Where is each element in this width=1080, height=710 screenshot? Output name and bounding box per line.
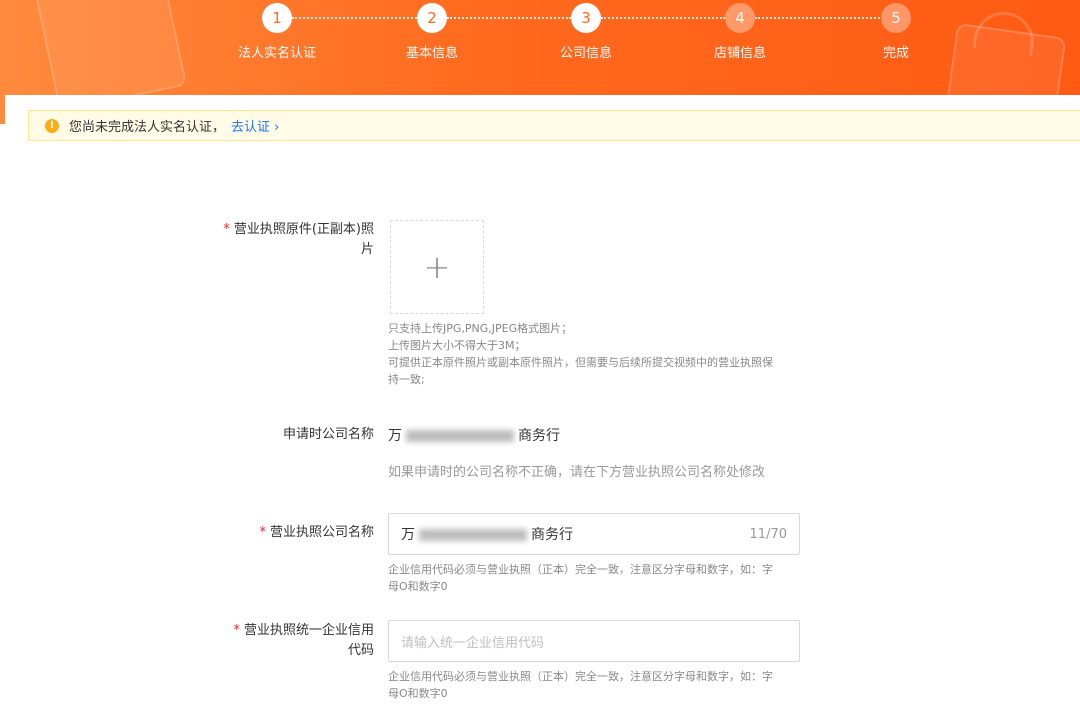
license-company-name-input[interactable]: 万商务行 11/70: [388, 513, 800, 555]
step-number: 1: [262, 3, 292, 33]
license-photo-upload[interactable]: +: [390, 220, 484, 314]
apply-company-name-hint: 如果申请时的公司名称不正确，请在下方营业执照公司名称处修改: [388, 465, 766, 480]
license-photo-label: * 营业执照原件(正副本)照 片: [223, 222, 374, 257]
license-company-name-hint: 企业信用代码必须与营业执照（正本）完全一致，注意区分字母和数字，如：字 母O和数…: [388, 563, 773, 593]
license-company-name-label: * 营业执照公司名称: [259, 525, 374, 540]
step-2: 2 基本信息: [372, 3, 492, 61]
step-label: 店铺信息: [713, 46, 766, 61]
step-number: 5: [881, 3, 911, 33]
credit-code-hint: 企业信用代码必须与营业执照（正本）完全一致，注意区分字母和数字，如：字 母O和数…: [388, 670, 773, 700]
step-number: 4: [725, 3, 755, 33]
step-1: 1 法人实名认证: [217, 3, 337, 61]
step-5: 5 完成: [836, 3, 956, 61]
apply-company-name-value: 万商务行: [388, 428, 560, 444]
redacted-text: [406, 430, 514, 442]
input-placeholder: 请输入统一企业信用代码: [401, 635, 545, 651]
required-mark: *: [223, 222, 230, 237]
redacted-text: [419, 529, 527, 541]
step-4: 4 店铺信息: [680, 3, 800, 61]
form-card: [5, 95, 1080, 710]
warning-circle-icon: !: [45, 118, 59, 133]
plus-icon: +: [423, 248, 451, 286]
step-3: 3 公司信息: [526, 3, 646, 61]
required-mark: *: [259, 525, 266, 540]
credit-code-input[interactable]: 请输入统一企业信用代码: [388, 620, 800, 662]
progress-steps: 1 法人实名认证 2 基本信息 3 公司信息 4 店铺信息 5 完成: [0, 0, 1080, 95]
char-counter: 11/70: [749, 526, 787, 542]
step-number: 3: [571, 3, 601, 33]
verification-notice: ! 您尚未完成法人实名认证， 去认证 ›: [28, 110, 1080, 141]
step-label: 完成: [882, 46, 909, 61]
step-number: 2: [417, 3, 447, 33]
step-label: 公司信息: [559, 46, 612, 61]
required-mark: *: [233, 623, 240, 638]
apply-company-name-label: 申请时公司名称: [282, 427, 374, 442]
credit-code-label: * 营业执照统一企业信用 代码: [233, 623, 374, 658]
step-label: 基本信息: [405, 46, 458, 61]
notice-text: 您尚未完成法人实名认证，: [69, 120, 226, 135]
step-label: 法人实名认证: [237, 46, 316, 61]
input-value: 万商务行: [401, 527, 573, 543]
license-photo-hint: 只支持上传JPG,PNG,JPEG格式图片； 上传图片大小不得大于3M； 可提供…: [388, 322, 773, 386]
go-verify-link[interactable]: 去认证 ›: [231, 116, 279, 135]
